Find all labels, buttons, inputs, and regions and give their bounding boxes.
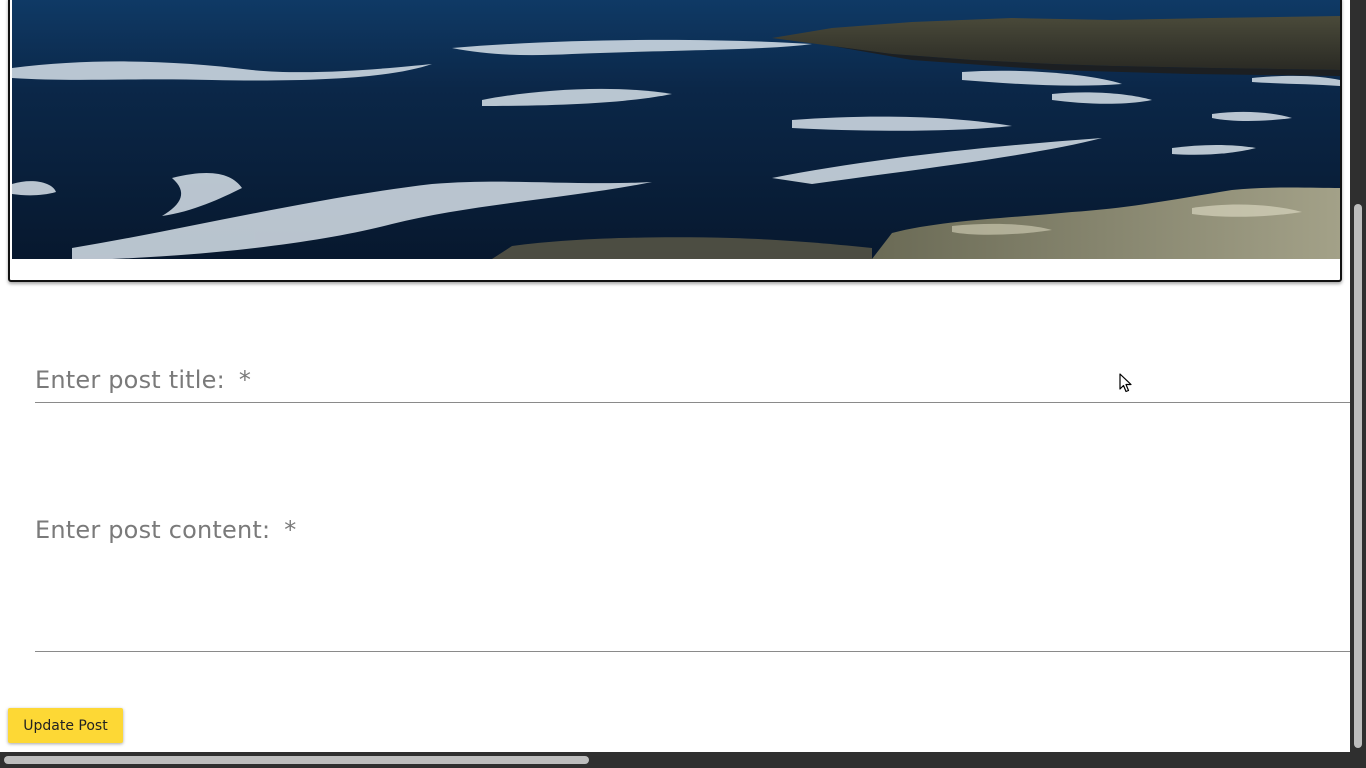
coastal-sea-cliffs-photo — [12, 0, 1340, 259]
post-title-required-mark: * — [238, 366, 252, 394]
vertical-scrollbar[interactable] — [1350, 0, 1366, 752]
post-content-label-text: Enter post content: — [35, 516, 271, 544]
post-content-label: Enter post content: * — [35, 516, 296, 544]
post-title-label-text: Enter post title: — [35, 366, 225, 394]
hero-image-card — [8, 0, 1342, 282]
vertical-scrollbar-thumb[interactable] — [1354, 204, 1362, 748]
horizontal-scrollbar-thumb[interactable] — [4, 756, 589, 764]
edit-post-page: Enter post title: * Enter post content: * … — [0, 0, 1350, 752]
mouse-pointer-icon — [1119, 373, 1132, 393]
post-content-required-mark: * — [284, 516, 297, 544]
post-title-label: Enter post title: * — [35, 366, 251, 394]
post-title-field[interactable]: Enter post title: * — [35, 358, 1350, 404]
update-post-button[interactable]: Update Post — [8, 708, 123, 743]
horizontal-scrollbar[interactable] — [0, 752, 1366, 768]
post-content-field[interactable]: Enter post content: * — [35, 508, 1350, 655]
hero-image — [12, 0, 1340, 259]
